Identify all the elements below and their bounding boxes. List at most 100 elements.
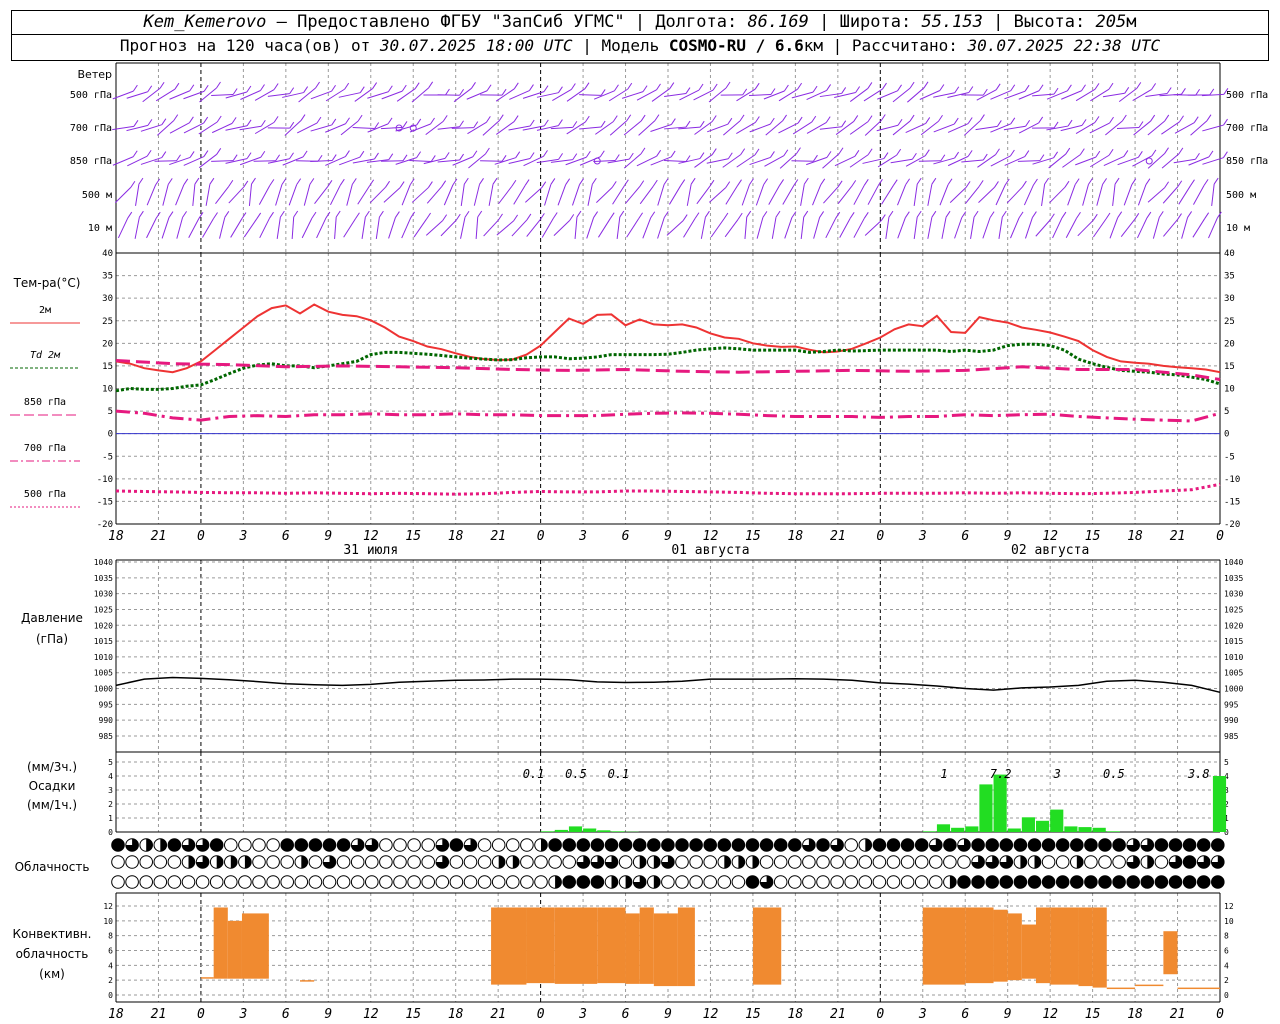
wind-barb-flag (426, 212, 432, 220)
wind-barb-flag (1164, 147, 1169, 154)
wind-barb (849, 154, 869, 168)
wind-barb (298, 87, 316, 103)
wind-barb (970, 217, 975, 239)
wind-barb-flag (600, 120, 606, 128)
wind-barb-flag (188, 116, 194, 124)
cloud-symbol (604, 838, 619, 852)
cloud-symbol (209, 838, 224, 852)
wind-barb-flag (345, 117, 350, 125)
wind-barb-flag (682, 214, 688, 221)
cloud-symbol-fill (752, 855, 759, 869)
cloud-symbol (477, 875, 492, 889)
wind-barb (949, 187, 967, 203)
temp-x-tick: 12 (703, 529, 719, 544)
wind-barb (228, 186, 245, 204)
cloud-symbol (1154, 875, 1169, 889)
precip-bar (965, 826, 979, 832)
prec-y-tick-left: 5 (108, 758, 113, 767)
wind-barb (978, 187, 995, 203)
conv-y-tick-right: 2 (1224, 976, 1229, 985)
cloud-symbol (463, 875, 478, 889)
wind-barb (211, 122, 233, 134)
cloud-symbol (844, 855, 859, 869)
wind-barb-flag (572, 121, 578, 128)
wind-barb-flag (1064, 180, 1070, 188)
wind-barb-flag (967, 150, 973, 157)
temp-x-tick: 21 (490, 529, 506, 544)
temp-x-tick: 21 (151, 529, 167, 544)
cloud-symbol (943, 855, 957, 869)
convective-bar (241, 913, 269, 979)
cloud-symbol (252, 855, 266, 869)
wind-barb-flag (931, 177, 937, 185)
wind-barb-flag (401, 84, 407, 92)
wind-barb-flag (133, 120, 139, 127)
wind-barb (480, 160, 503, 162)
convective-bar (227, 920, 242, 979)
wind-barb-flag (1164, 181, 1170, 189)
cloud-symbol-fill (188, 855, 195, 869)
convective-bar (677, 907, 695, 987)
wind-calm-mark (1145, 157, 1153, 165)
wind-barb (219, 217, 226, 239)
cloud-symbol (576, 875, 591, 889)
cloud-symbol (1168, 875, 1183, 889)
cloud-symbol-fill (541, 838, 548, 852)
wind-barb-flag (455, 213, 461, 221)
wind-level-label-left: 700 гПа (70, 123, 112, 134)
wind-barb-flag (132, 150, 138, 158)
wind-barb-flag (924, 149, 930, 156)
pres-y-tick-right: 1035 (1224, 574, 1243, 583)
wind-barb-flag (302, 150, 308, 158)
temp-y-tick-right: 15 (1224, 362, 1235, 372)
wind-barb-flag (650, 211, 656, 219)
wind-barb-flag (599, 150, 605, 158)
temp-y-tick-left: 25 (102, 317, 113, 327)
wind-barb-flag (853, 115, 859, 122)
wind-barb-flag (472, 150, 478, 158)
temp-x-tick: 3 (918, 529, 927, 544)
cloud-symbol-fill (160, 838, 167, 852)
conv-x-tick: 18 (448, 1007, 464, 1022)
wind-barb-flag (558, 119, 563, 126)
wind-barb (778, 88, 798, 102)
cloud-symbol (717, 838, 732, 852)
wind-barb-flag (1216, 211, 1222, 219)
wind-barb (963, 120, 981, 136)
wind-barb-flag (640, 114, 646, 122)
conv-y-tick-right: 4 (1224, 961, 1229, 970)
wind-barb (343, 218, 356, 238)
wind-barb (511, 219, 528, 237)
temp-x-tick: 0 (537, 529, 545, 544)
wind-barb (1024, 217, 1033, 239)
wind-barb-flag (552, 212, 558, 219)
wind-barb (1052, 217, 1063, 239)
wind-barb-flag (973, 210, 979, 218)
wind-barb (146, 217, 157, 239)
wind-barb-flag (754, 116, 760, 123)
wind-barb-flag (656, 149, 662, 157)
wind-barb-flag (1021, 180, 1027, 188)
cloud-symbol (1211, 838, 1225, 852)
wind-barb-flag (1065, 147, 1071, 155)
wind-barb (639, 185, 654, 205)
cloud-symbol (745, 838, 760, 852)
wind-barb-flag (194, 177, 200, 185)
wind-level-label-right: 10 м (1226, 223, 1250, 234)
conv-x-tick: 0 (876, 1007, 884, 1022)
wind-barb-flag (203, 85, 209, 92)
cloud-symbol (900, 875, 915, 889)
wind-barb (1181, 217, 1189, 239)
wind-barb-flag (182, 211, 187, 218)
cloud-symbol (1070, 875, 1084, 889)
pres-y-tick-left: 1025 (94, 605, 113, 614)
conv-y-tick-right: 0 (1224, 991, 1229, 1000)
cloud-symbol (1041, 838, 1056, 852)
wind-barb-flag (293, 210, 299, 218)
wind-barb-flag (524, 179, 530, 186)
cloud-symbol (1112, 875, 1126, 889)
wind-barb (524, 187, 543, 203)
wind-barb-flag (923, 81, 929, 89)
pres-y-tick-left: 1040 (94, 558, 113, 567)
wind-barb (380, 126, 404, 130)
